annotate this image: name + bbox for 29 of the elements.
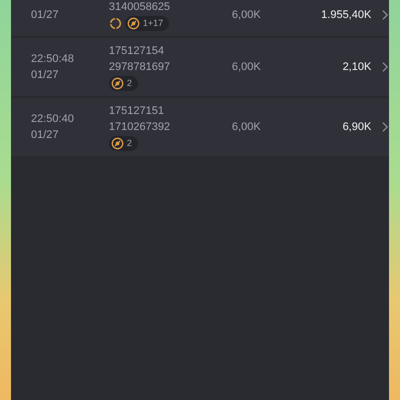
count-badge: 2 (108, 76, 138, 90)
id-text: 2978781697 (108, 60, 172, 75)
history-row[interactable]: 01/27 3140058625 1+17 6,00K 1.955,40K (11, 0, 389, 36)
id-text: 175127154 (108, 44, 165, 59)
chevron-right-icon (381, 9, 389, 21)
ball-icon (110, 136, 124, 150)
id-text: 1710267392 (108, 120, 172, 135)
time-text: 22:50:40 (31, 112, 75, 127)
amount-text: 6,00K (232, 9, 262, 21)
date-text: 01/27 (31, 8, 60, 23)
count-badge: 2 (108, 136, 138, 150)
id-text: 3140058625 (108, 0, 172, 15)
ball-icon (110, 76, 124, 90)
value-text: 2,10K (342, 61, 372, 73)
value-text: 1.955,40K (320, 9, 372, 21)
chevron-right-icon (381, 121, 389, 133)
date-text: 01/27 (31, 68, 60, 83)
history-row[interactable]: 22:50:40 01/27 175127151 1710267392 2 6,00K 6,90K (11, 98, 389, 156)
ball-icon (126, 16, 140, 30)
sync-icon (108, 16, 122, 30)
history-row[interactable]: 22:50:48 01/27 175127154 2978781697 2 6,00K 2,10K (11, 38, 389, 96)
count-badge: 1+17 (124, 16, 170, 30)
value-text: 6,90K (342, 121, 372, 133)
time-text: 22:50:48 (31, 52, 75, 67)
amount-text: 6,00K (232, 61, 262, 73)
chevron-right-icon (381, 61, 389, 73)
id-text: 175127151 (108, 104, 165, 119)
date-text: 01/27 (31, 128, 60, 143)
amount-text: 6,00K (232, 121, 262, 133)
